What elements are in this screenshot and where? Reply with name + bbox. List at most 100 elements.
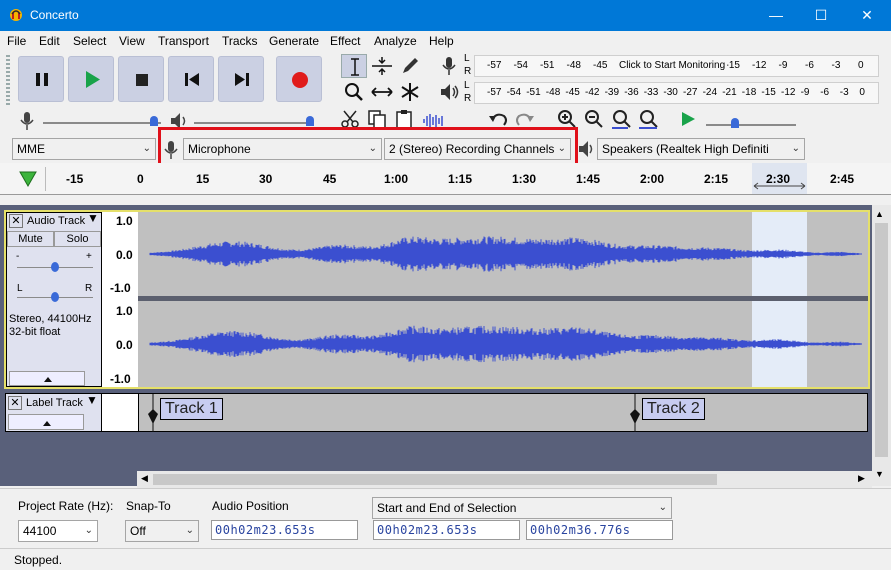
mute-button[interactable]: Mute (7, 231, 54, 247)
track-menu-triangle-icon[interactable]: ▼ (86, 393, 98, 407)
recording-volume-slider[interactable] (43, 122, 161, 124)
snap-to-select[interactable]: Off ⌄ (125, 520, 199, 542)
timeline-ruler[interactable]: -15 0 15 30 45 1:00 1:15 1:30 1:45 2:00 2:15 2:30 2:… (0, 163, 891, 195)
playback-volume-knob[interactable] (306, 116, 314, 126)
play-meter[interactable]: -57 -54 -51 -48 -45 -42 -39 -36 -33 -30 -27 -24 -21-… (474, 82, 879, 104)
zoom-out-button[interactable] (582, 108, 606, 130)
ruler-tick-label: 45 (323, 172, 337, 186)
close-track-button[interactable]: ✕ (8, 396, 22, 410)
scroll-right-icon[interactable]: ▶ (858, 473, 865, 484)
time-shift-tool[interactable] (369, 80, 395, 104)
record-meter-tick-label: -57 (487, 60, 502, 71)
menu-effect[interactable]: Effect (330, 34, 360, 48)
ruler-tick-label: 2:45 (830, 172, 855, 186)
menu-analyze[interactable]: Analyze (374, 34, 417, 48)
zoom-tool[interactable] (341, 80, 367, 104)
selection-start-field[interactable]: 00h02m23.653s (373, 520, 520, 540)
horizontal-scrollbar[interactable]: ◀ ▶ (137, 471, 872, 488)
recording-volume-icon-wrap (16, 109, 38, 133)
playback-device-select[interactable]: Speakers (Realtek High Definiti ⌄ (597, 138, 805, 160)
waveform-path (149, 236, 862, 272)
fit-project-button[interactable] (636, 108, 660, 130)
playback-volume-slider[interactable] (194, 122, 314, 124)
app-icon (10, 9, 22, 21)
output-device-icon-wrap (576, 138, 596, 160)
maximize-button[interactable]: ☐ (798, 0, 844, 31)
ruler-tick-label: 0 (137, 172, 144, 186)
snap-to-value: Off (130, 524, 146, 538)
pause-button[interactable] (18, 56, 64, 102)
label-track-2[interactable]: Track 2 (642, 398, 705, 420)
waveform-left-channel[interactable] (138, 212, 868, 296)
label-track-area[interactable]: Track 1 Track 2 (138, 393, 868, 432)
collapse-track-button[interactable] (9, 371, 85, 386)
scroll-left-icon[interactable]: ◀ (141, 473, 148, 484)
gain-knob[interactable] (51, 262, 59, 272)
playback-speed-slider[interactable] (706, 124, 796, 126)
solo-button[interactable]: Solo (54, 231, 101, 247)
scrollbar-thumb[interactable] (153, 474, 717, 485)
label-track-1[interactable]: Track 1 (160, 398, 223, 420)
label-track-name[interactable]: Label Track (26, 397, 83, 409)
record-meter[interactable]: -57-54-51-48-45-42-31-18-15-12-9-6-30 Cl… (474, 55, 879, 77)
selection-end-field[interactable]: 00h02m36.776s (526, 520, 673, 540)
play-meter-tick-label: -3 (839, 87, 849, 98)
record-meter-button[interactable] (437, 54, 461, 78)
chevron-down-icon: ⌄ (658, 502, 667, 513)
minimize-button[interactable]: — (753, 0, 799, 31)
play-meter-left-label: L (464, 80, 470, 91)
menu-generate[interactable]: Generate (269, 34, 319, 48)
draw-tool[interactable] (397, 54, 423, 78)
menu-edit[interactable]: Edit (39, 34, 60, 48)
waveform-right-channel[interactable] (138, 301, 868, 387)
i-beam-icon (351, 58, 359, 76)
toolbar-grip[interactable] (6, 55, 10, 105)
skip-to-end-button[interactable] (218, 56, 264, 102)
vertical-scrollbar[interactable]: ▲ ▼ (872, 205, 891, 486)
pan-knob[interactable] (51, 292, 59, 302)
audio-track-name[interactable]: Audio Track (27, 215, 85, 227)
play-meter-tick-label: -27 (683, 87, 698, 98)
status-bar: Stopped. (0, 548, 891, 570)
scroll-down-icon[interactable]: ▼ (875, 469, 884, 479)
play-meter-button[interactable] (437, 80, 461, 104)
fit-selection-button[interactable] (609, 108, 633, 130)
audio-position-field[interactable]: 00h02m23.653s (211, 520, 358, 540)
play-button[interactable] (68, 56, 114, 102)
collapse-track-button[interactable] (8, 414, 84, 430)
selection-tool[interactable] (341, 54, 367, 78)
timeline-options-button[interactable] (10, 167, 46, 191)
close-button[interactable]: ✕ (844, 0, 890, 31)
track-menu-triangle-icon[interactable]: ▼ (87, 211, 99, 225)
amplitude-scale[interactable]: 1.0 0.0 -1.0 1.0 0.0 -1.0 (102, 212, 138, 387)
play-meter-tick-label: -39 (604, 87, 620, 98)
envelope-tool[interactable] (369, 54, 395, 78)
record-meter-tick-label: -48 (566, 60, 581, 71)
selection-mode-select[interactable]: Start and End of Selection ⌄ (372, 497, 672, 519)
play-meter-tick-label: -9 (800, 87, 810, 98)
record-meter-right-label: R (464, 66, 472, 77)
audio-host-select[interactable]: MME ⌄ (12, 138, 156, 160)
project-rate-select[interactable]: 44100 ⌄ (18, 520, 98, 542)
record-meter-tick-label: -6 (805, 60, 814, 71)
record-button[interactable] (276, 56, 322, 102)
window-title: Concerto (30, 8, 79, 22)
menu-view[interactable]: View (119, 34, 145, 48)
menu-help[interactable]: Help (429, 34, 454, 48)
menu-transport[interactable]: Transport (158, 34, 209, 48)
ruler-tick-label: 1:45 (576, 172, 601, 186)
skip-to-start-button[interactable] (168, 56, 214, 102)
scrollbar-thumb[interactable] (875, 223, 888, 457)
multi-tool[interactable] (397, 80, 423, 104)
play-at-speed-button[interactable] (676, 108, 700, 130)
playback-speed-knob[interactable] (731, 118, 739, 128)
stop-button[interactable] (118, 56, 164, 102)
menu-tracks[interactable]: Tracks (222, 34, 258, 48)
scroll-up-icon[interactable]: ▲ (875, 209, 884, 219)
menu-select[interactable]: Select (73, 34, 106, 48)
recording-volume-knob[interactable] (150, 116, 158, 126)
menu-file[interactable]: File (7, 34, 26, 48)
audio-position-label: Audio Position (212, 499, 289, 513)
close-track-button[interactable]: ✕ (9, 214, 23, 228)
record-meter-prompt[interactable]: Click to Start Monitoring (617, 60, 728, 71)
